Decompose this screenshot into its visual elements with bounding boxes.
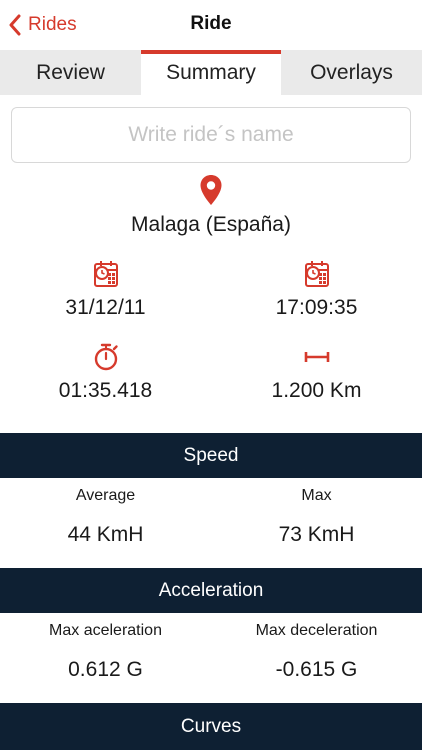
date-stat: 31/12/11 bbox=[0, 260, 211, 320]
location-pin-icon bbox=[200, 175, 222, 205]
average-speed-label: Average bbox=[75, 487, 136, 504]
navigation-bar: Rides Ride bbox=[0, 0, 422, 50]
max-acceleration: Max aceleration 0.612 G bbox=[0, 622, 211, 682]
time-value: 17:09:35 bbox=[275, 296, 358, 319]
average-speed: Average 44 KmH bbox=[0, 487, 211, 547]
tab-summary[interactable]: Summary bbox=[141, 50, 281, 95]
date-value: 31/12/11 bbox=[65, 296, 146, 319]
max-deceleration: Max deceleration -0.615 G bbox=[211, 622, 422, 682]
max-speed: Max 73 KmH bbox=[211, 487, 422, 547]
time-stat: 17:09:35 bbox=[211, 260, 422, 320]
max-acceleration-value: 0.612 G bbox=[68, 658, 143, 681]
page-title: Ride bbox=[190, 13, 232, 34]
distance-ruler-icon bbox=[304, 352, 329, 362]
duration-value: 01:35.418 bbox=[58, 379, 153, 402]
max-speed-label: Max bbox=[301, 487, 332, 504]
tab-bar: Review Summary Overlays bbox=[0, 50, 422, 95]
average-speed-value: 44 KmH bbox=[67, 523, 144, 546]
curves-section-header: Curves bbox=[0, 703, 422, 750]
max-deceleration-label: Max deceleration bbox=[255, 622, 378, 639]
max-deceleration-value: -0.615 G bbox=[275, 658, 358, 681]
distance-value: 1.200 Km bbox=[271, 379, 362, 402]
tab-review[interactable]: Review bbox=[0, 50, 141, 95]
calendar-clock-icon bbox=[93, 261, 118, 287]
max-speed-value: 73 KmH bbox=[278, 523, 355, 546]
tab-overlays[interactable]: Overlays bbox=[281, 50, 422, 95]
stopwatch-icon bbox=[94, 343, 118, 371]
acceleration-section-header: Acceleration bbox=[0, 568, 422, 613]
location-text: Malaga (España) bbox=[131, 213, 291, 236]
calendar-clock-icon bbox=[304, 261, 329, 287]
duration-stat: 01:35.418 bbox=[0, 343, 211, 403]
distance-stat: 1.200 Km bbox=[211, 343, 422, 403]
speed-section-header: Speed bbox=[0, 433, 422, 478]
max-acceleration-label: Max aceleration bbox=[49, 622, 162, 639]
ride-name-input[interactable] bbox=[11, 107, 411, 163]
